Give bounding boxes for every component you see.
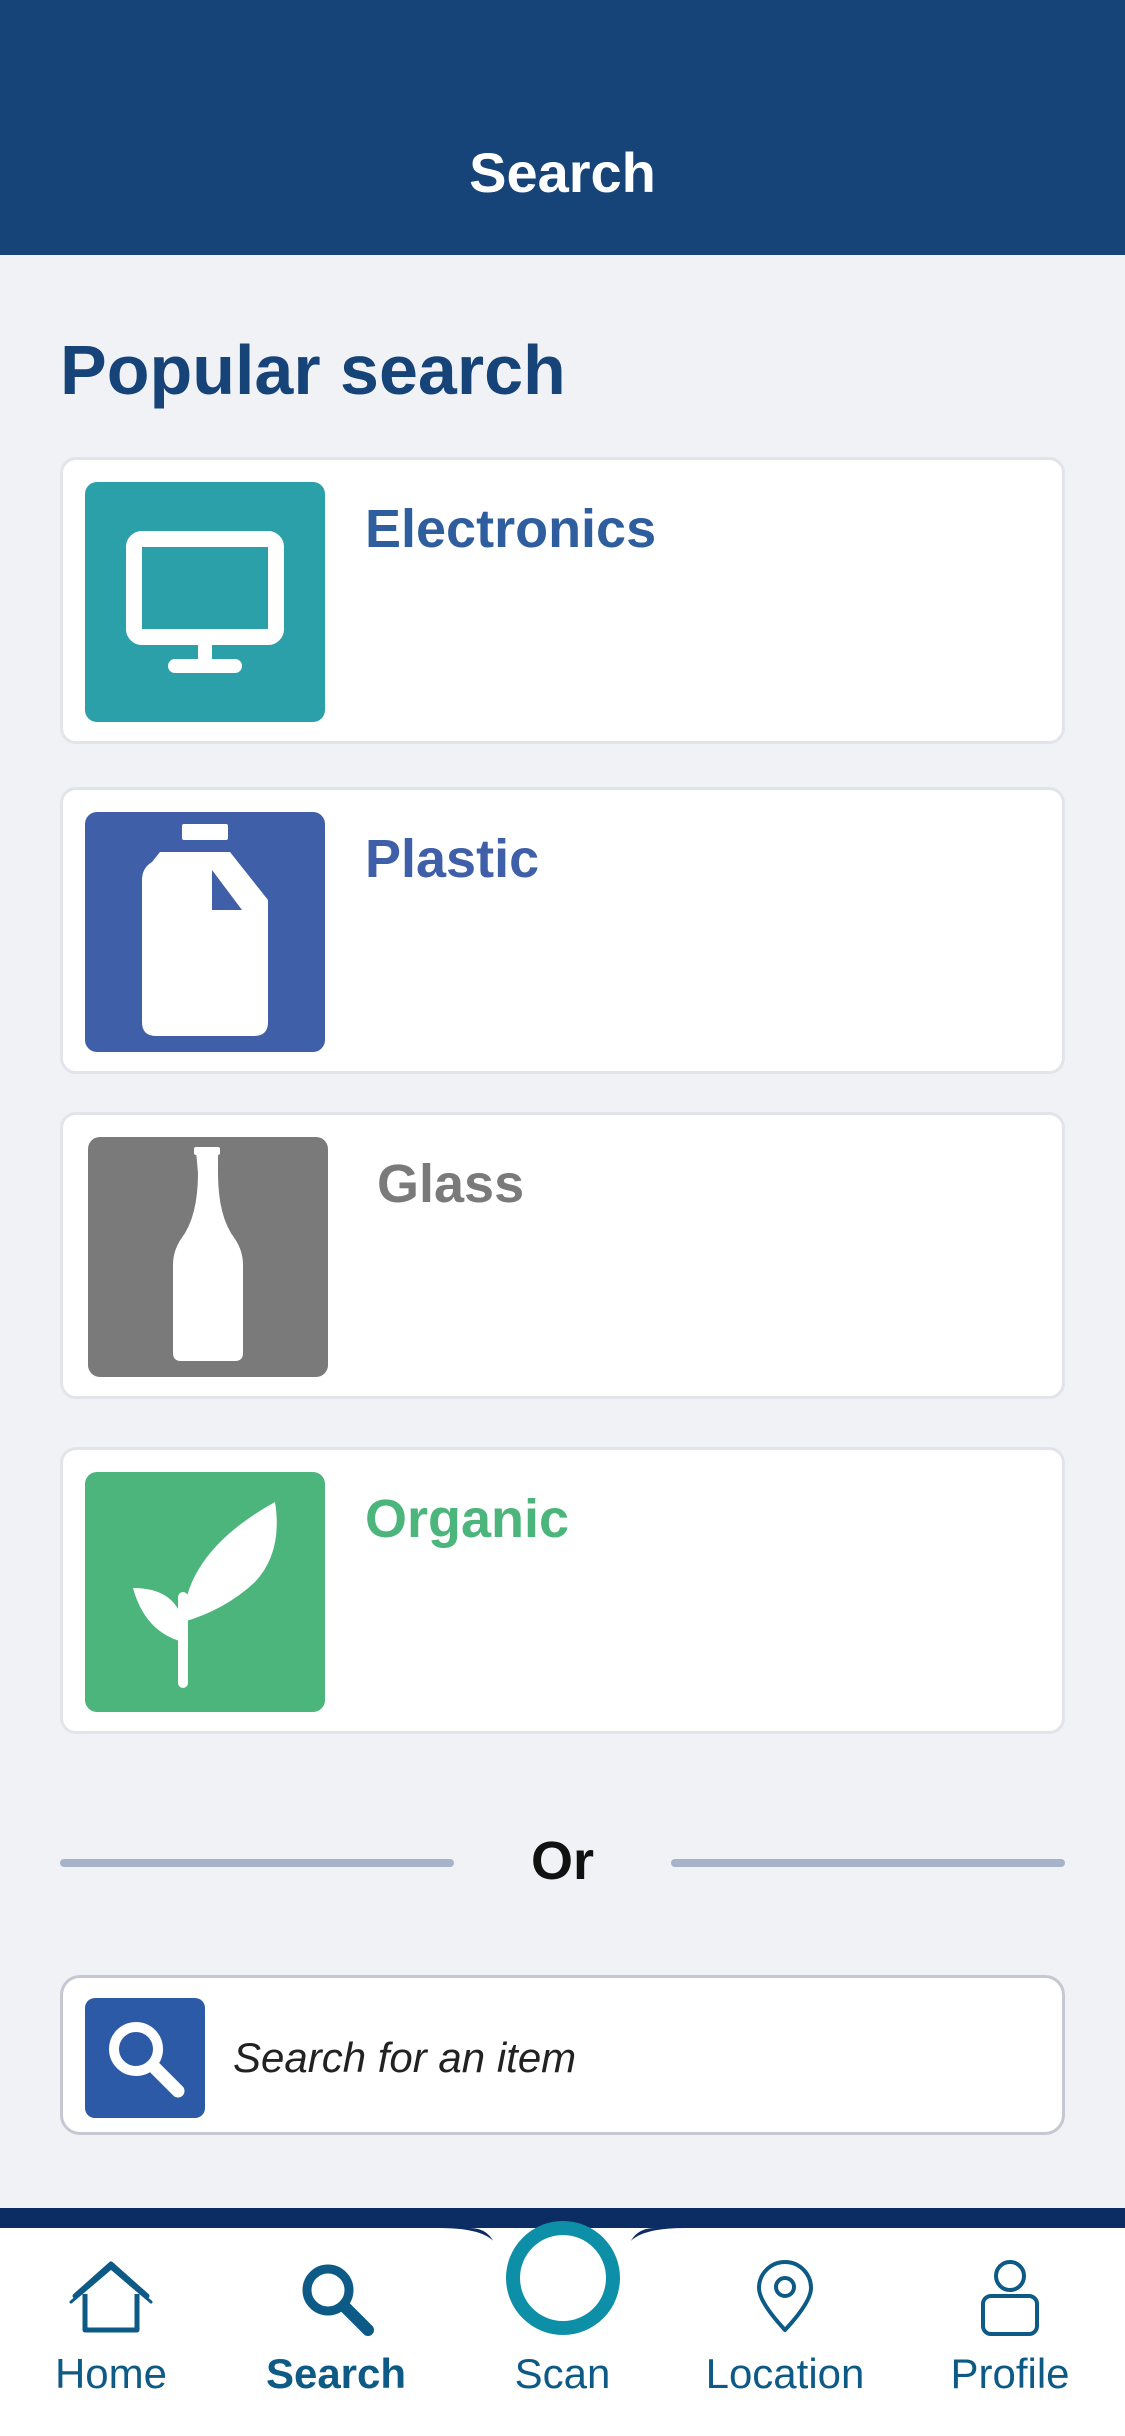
category-card-plastic[interactable]: Plastic: [60, 787, 1065, 1074]
monitor-icon: [85, 482, 325, 722]
location-pin-icon: [757, 2260, 813, 2332]
plastic-jug-icon: [85, 812, 325, 1052]
category-card-organic[interactable]: Organic: [60, 1447, 1065, 1734]
or-divider: Or: [60, 1830, 1065, 1910]
search-icon: [302, 2264, 374, 2336]
category-card-electronics[interactable]: Electronics: [60, 457, 1065, 744]
category-label: Glass: [377, 1154, 525, 1214]
nav-label: Search: [265, 2350, 407, 2397]
item-search-box: [60, 1975, 1065, 2135]
leaf-sprout-icon: [85, 1472, 325, 1712]
divider-line-right: [671, 1859, 1065, 1867]
scan-icon: [505, 2221, 620, 2335]
nav-search[interactable]: Search: [222, 2228, 450, 2436]
nav-scan[interactable]: Scan: [450, 2221, 675, 2436]
header-bar: Search: [0, 0, 1125, 255]
nav-label: Location: [705, 2350, 865, 2397]
nav-location[interactable]: Location: [675, 2228, 895, 2436]
nav-profile[interactable]: Profile: [895, 2228, 1125, 2436]
profile-icon: [981, 2260, 1039, 2336]
category-label: Electronics: [365, 499, 657, 559]
glass-bottle-icon: [88, 1137, 328, 1377]
popular-search-heading: Popular search: [60, 331, 566, 409]
category-label: Plastic: [365, 829, 540, 889]
nav-home[interactable]: Home: [0, 2228, 222, 2436]
search-icon: [109, 2022, 185, 2098]
nav-label: Profile: [950, 2350, 1070, 2397]
page-title: Search: [469, 141, 656, 204]
category-label: Organic: [365, 1489, 570, 1549]
bottom-navigation: Home Search Scan Location Profile: [0, 2208, 1125, 2436]
home-icon: [69, 2261, 153, 2333]
nav-label: Scan: [514, 2350, 611, 2397]
search-button[interactable]: [85, 1998, 205, 2118]
nav-label: Home: [54, 2350, 168, 2397]
search-input[interactable]: [233, 2008, 1033, 2108]
category-card-glass[interactable]: Glass: [60, 1112, 1065, 1399]
